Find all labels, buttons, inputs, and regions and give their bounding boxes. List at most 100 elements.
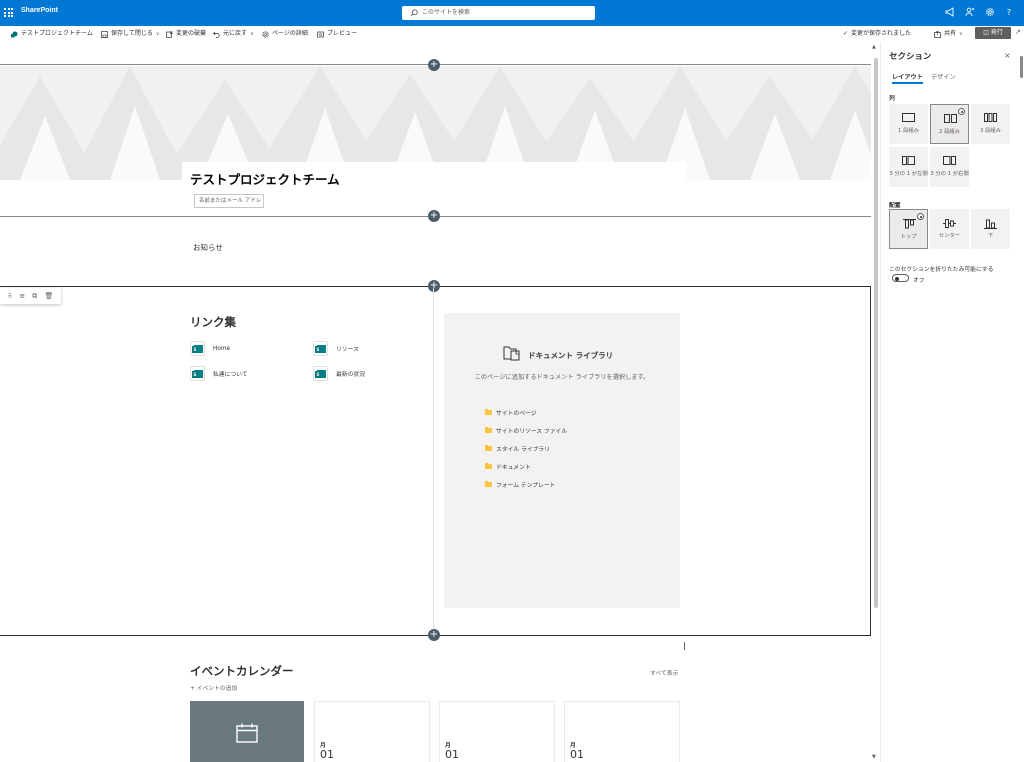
gear-icon [262, 30, 269, 38]
news-webpart-title[interactable]: お知らせ [193, 242, 223, 253]
preview-button[interactable]: プレビュー [317, 28, 357, 40]
document-library-icon [503, 346, 520, 361]
library-label: サイトのページ [496, 411, 537, 417]
author-byline-input[interactable]: 名前またはメール アドレ [194, 194, 264, 208]
tab-layout[interactable]: レイアウト [892, 72, 923, 81]
add-section-plus-icon[interactable]: + [428, 629, 440, 641]
align-top-icon [903, 219, 916, 229]
undo-button[interactable]: 元に戻す ∨ [213, 28, 254, 40]
library-label: サイトのリソース ファイル [496, 429, 568, 435]
quick-links-title[interactable]: リンク集 [190, 314, 236, 330]
scroll-down-icon[interactable]: ▼ [872, 754, 876, 760]
see-all-link[interactable]: すべて表示 [650, 668, 678, 677]
suite-bar: SharePoint このサイトを検索 ? [0, 0, 1024, 26]
selected-section[interactable] [0, 286, 871, 636]
event-placeholder-image[interactable] [190, 701, 304, 762]
library-option[interactable]: スタイル ライブラリ [485, 444, 550, 453]
selected-radio-icon [917, 213, 924, 220]
document-library-title: ドキュメント ライブラリ [528, 351, 614, 360]
save-status: ✓ 変更が保存されました [843, 28, 911, 40]
quick-link-item[interactable]: S リソース [313, 341, 359, 356]
library-option[interactable]: フォーム テンプレート [485, 480, 555, 489]
brand-name[interactable]: SharePoint [21, 7, 58, 14]
collapsible-toggle[interactable] [892, 274, 909, 282]
option-label: トップ [900, 234, 917, 240]
megaphone-icon[interactable] [944, 7, 956, 19]
sharepoint-page-icon: S [190, 341, 205, 356]
tab-design[interactable]: デザイン [931, 72, 956, 81]
quick-link-label: 私達について [213, 372, 248, 378]
quick-link-label: リソース [336, 347, 359, 353]
option-label: 3 段組み [980, 128, 1001, 134]
chevron-down-icon[interactable]: ∨ [250, 28, 254, 40]
app-launcher-icon[interactable] [4, 8, 13, 17]
add-section-plus-icon[interactable]: + [428, 59, 440, 71]
expand-icon[interactable]: ↗ [1015, 28, 1021, 36]
share-button[interactable]: 共有 ∨ [934, 28, 963, 40]
document-library-description: このページに追加するドキュメント ライブラリを選択します。 [474, 374, 650, 381]
third-right-icon [943, 156, 956, 165]
duplicate-icon[interactable]: ⧉ [32, 292, 37, 301]
site-name-button[interactable]: テストプロジェクトチーム [11, 28, 93, 40]
publish-button[interactable]: ◫ 発行 [975, 27, 1011, 39]
share-label: 共有 [944, 30, 957, 37]
help-icon[interactable]: ? [1003, 7, 1015, 19]
save-close-button[interactable]: 保存して閉じる ∨ [101, 28, 160, 40]
chevron-down-icon[interactable]: ∨ [959, 28, 963, 40]
folder-icon [485, 409, 492, 415]
align-option-top[interactable]: トップ [889, 209, 928, 249]
three-column-icon [984, 113, 997, 122]
delete-icon[interactable]: 🗑 [44, 292, 53, 300]
quick-link-item[interactable]: S 私達について [190, 366, 248, 381]
share-people-icon[interactable] [964, 7, 976, 19]
align-bottom-icon [984, 219, 997, 229]
chevron-down-icon[interactable]: ∨ [156, 28, 160, 40]
undo-icon [213, 31, 220, 38]
pane-scrollbar-thumb[interactable] [1020, 56, 1023, 78]
event-card[interactable]: 月 01 [564, 701, 680, 762]
column-option-three[interactable]: 3 段組み [971, 104, 1010, 144]
close-icon[interactable]: × [1004, 51, 1011, 60]
option-label: 1 段組み [898, 128, 919, 134]
library-label: ドキュメント [496, 465, 531, 471]
edit-section-icon[interactable]: ≡ [19, 292, 25, 300]
align-option-bottom[interactable]: 下 [971, 209, 1010, 249]
add-section-plus-icon[interactable]: + [428, 280, 440, 292]
events-title[interactable]: イベントカレンダー [190, 663, 294, 679]
column-option-third-right[interactable]: 3 分の 1 が右側 [930, 147, 969, 187]
quick-link-item[interactable]: S Home [190, 341, 230, 356]
align-center-icon [943, 219, 956, 228]
page-details-button[interactable]: ページの詳細 [262, 28, 308, 40]
quick-link-item[interactable]: S 最新の状況 [313, 366, 365, 381]
library-option[interactable]: サイトのリソース ファイル [485, 426, 567, 435]
share-icon [934, 30, 941, 38]
checkmark-icon: ✓ [843, 30, 849, 37]
column-option-one[interactable]: 1 段組み [889, 104, 928, 144]
library-option[interactable]: サイトのページ [485, 408, 536, 417]
discard-changes-button[interactable]: 変更の破棄 [166, 28, 206, 40]
sharepoint-page-icon: S [190, 366, 205, 381]
page-title[interactable]: テストプロジェクトチーム [190, 169, 340, 188]
add-section-plus-icon[interactable]: + [428, 210, 440, 222]
toggle-state-text: オフ [913, 278, 925, 284]
save-status-text: 変更が保存されました [851, 30, 912, 37]
library-option[interactable]: ドキュメント [485, 462, 531, 471]
event-card[interactable]: 月 01 [439, 701, 555, 762]
option-label: 下 [987, 233, 994, 239]
drag-handle-icon[interactable]: ⠿ [8, 293, 12, 300]
search-input[interactable]: このサイトを検索 [402, 6, 595, 20]
option-label: 3 分の 1 が左側 [889, 171, 928, 177]
scroll-up-icon[interactable]: ▲ [872, 44, 876, 50]
align-option-center[interactable]: センター [930, 209, 969, 249]
add-event-button[interactable]: + イベントの追加 [190, 683, 237, 692]
option-label: 2 段組み [939, 129, 960, 135]
settings-gear-icon[interactable] [984, 7, 996, 19]
canvas-scrollbar-thumb[interactable] [874, 58, 878, 608]
pane-title: セクション [889, 52, 932, 62]
column-option-two[interactable]: 2 段組み [930, 104, 969, 144]
column-option-third-left[interactable]: 3 分の 1 が左側 [889, 147, 928, 187]
page-details-label: ページの詳細 [272, 30, 308, 37]
event-card[interactable]: 月 01 [314, 701, 430, 762]
preview-icon [317, 31, 324, 37]
third-left-icon [902, 156, 915, 165]
